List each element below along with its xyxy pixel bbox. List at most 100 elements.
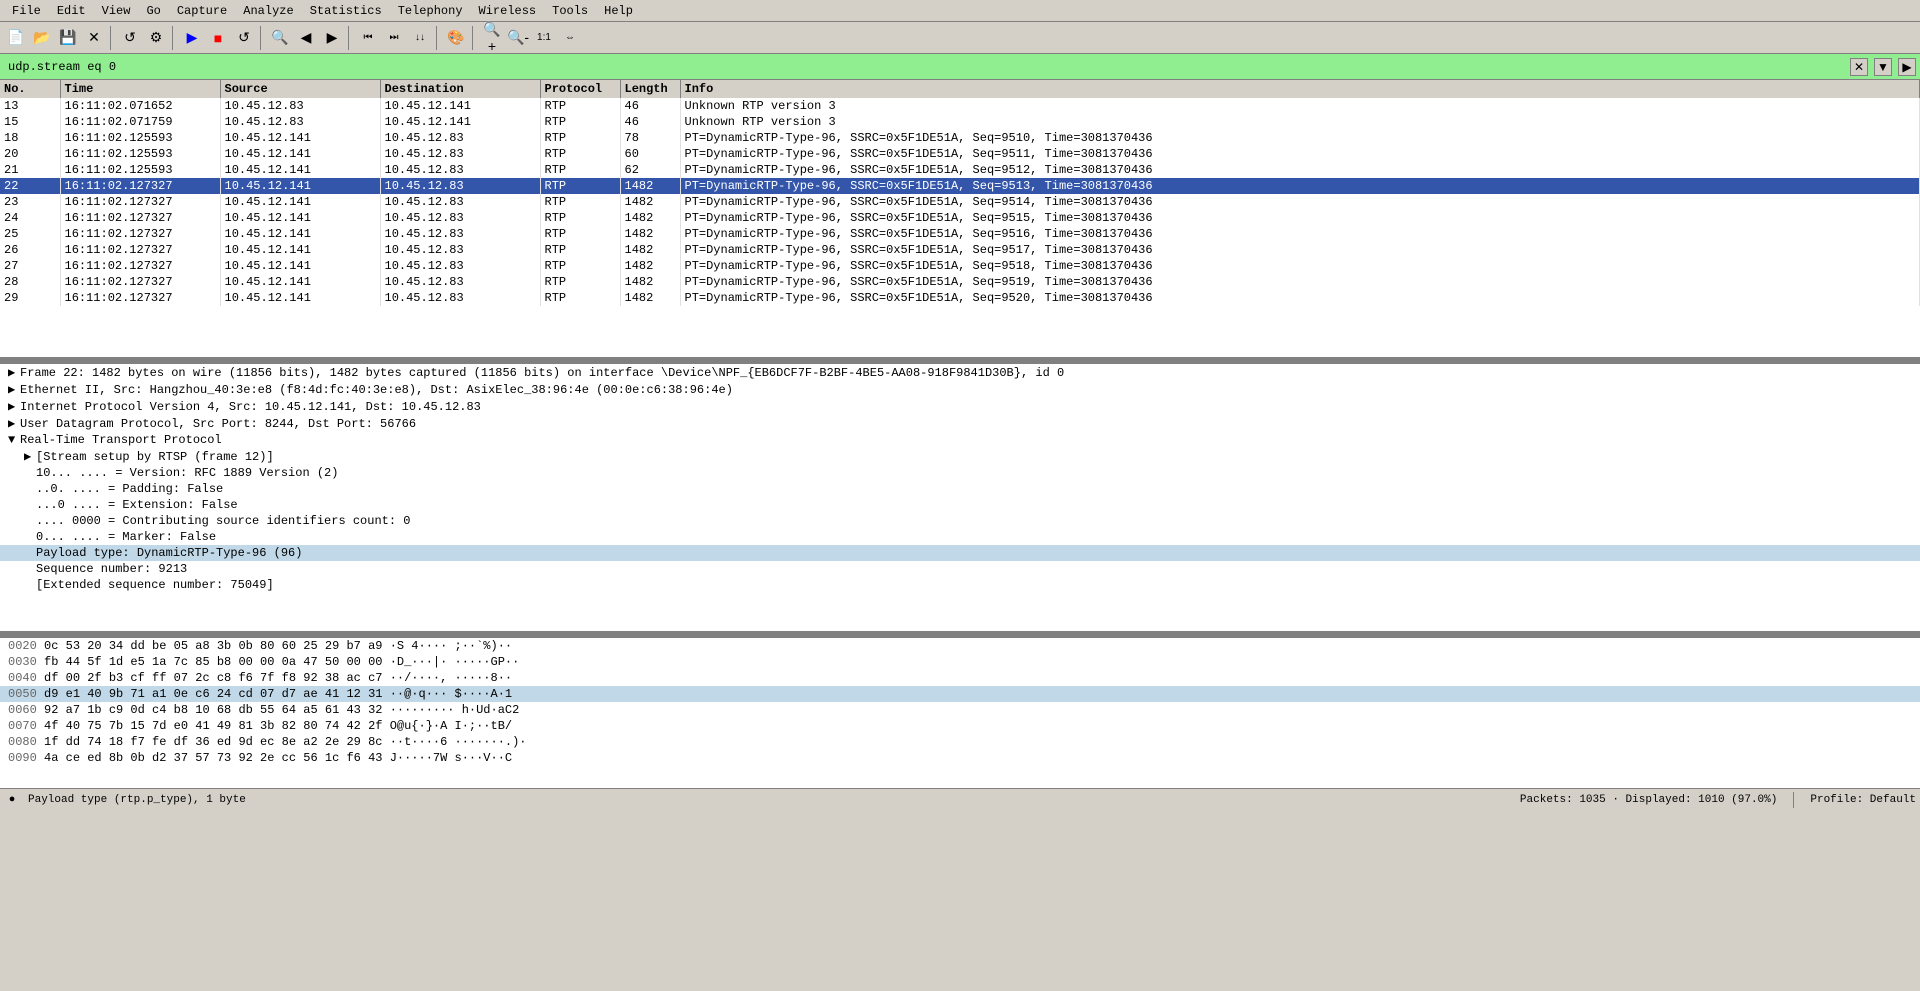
hex-line[interactable]: 0060 92 a7 1b c9 0d c4 b8 10 68 db 55 64…: [0, 702, 1920, 718]
hex-bytes: fb 44 5f 1d e5 1a 7c 85 b8 00 00 0a 47 5…: [44, 655, 382, 669]
resize-columns-button[interactable]: ⇔: [558, 26, 582, 50]
hex-bytes: 0c 53 20 34 dd be 05 a8 3b 0b 80 60 25 2…: [44, 639, 382, 653]
detail-toggle-icon[interactable]: ▶: [8, 365, 20, 380]
detail-line[interactable]: 0... .... = Marker: False: [0, 529, 1920, 545]
detail-toggle-icon[interactable]: ▼: [8, 433, 20, 447]
table-row[interactable]: 28 16:11:02.127327 10.45.12.141 10.45.12…: [0, 274, 1920, 290]
hex-line[interactable]: 0040 df 00 2f b3 cf ff 07 2c c8 f6 7f f8…: [0, 670, 1920, 686]
auto-scroll-button[interactable]: ↓↓: [408, 26, 432, 50]
detail-line[interactable]: Payload type: DynamicRTP-Type-96 (96): [0, 545, 1920, 561]
menu-capture[interactable]: Capture: [169, 2, 235, 20]
filter-input[interactable]: [4, 57, 1846, 77]
detail-line[interactable]: ..0. .... = Padding: False: [0, 481, 1920, 497]
hex-dump[interactable]: 0020 0c 53 20 34 dd be 05 a8 3b 0b 80 60…: [0, 638, 1920, 788]
cell-dest: 10.45.12.83: [380, 242, 540, 258]
detail-toggle-icon[interactable]: ▶: [8, 416, 20, 431]
hex-offset: 0070: [8, 719, 37, 733]
menu-telephony[interactable]: Telephony: [390, 2, 471, 20]
detail-line[interactable]: ...0 .... = Extension: False: [0, 497, 1920, 513]
detail-text: 10... .... = Version: RFC 1889 Version (…: [36, 466, 338, 480]
cell-no: 13: [0, 98, 60, 114]
table-row[interactable]: 21 16:11:02.125593 10.45.12.141 10.45.12…: [0, 162, 1920, 178]
menu-edit[interactable]: Edit: [49, 2, 94, 20]
reload-button[interactable]: ↺: [118, 26, 142, 50]
table-row[interactable]: 29 16:11:02.127327 10.45.12.141 10.45.12…: [0, 290, 1920, 306]
detail-toggle-icon[interactable]: ▶: [24, 449, 36, 464]
detail-line[interactable]: ▶User Datagram Protocol, Src Port: 8244,…: [0, 415, 1920, 432]
close-capture-button[interactable]: ✕: [82, 26, 106, 50]
table-row[interactable]: 26 16:11:02.127327 10.45.12.141 10.45.12…: [0, 242, 1920, 258]
detail-line[interactable]: ▼Real-Time Transport Protocol: [0, 432, 1920, 448]
menu-go[interactable]: Go: [138, 2, 168, 20]
colorize-button[interactable]: 🎨: [444, 26, 468, 50]
detail-toggle-icon[interactable]: ▶: [8, 399, 20, 414]
table-row[interactable]: 13 16:11:02.071652 10.45.12.83 10.45.12.…: [0, 98, 1920, 114]
hex-line[interactable]: 0030 fb 44 5f 1d e5 1a 7c 85 b8 00 00 0a…: [0, 654, 1920, 670]
table-row[interactable]: 20 16:11:02.125593 10.45.12.141 10.45.12…: [0, 146, 1920, 162]
hex-ascii: ········· h·Ud·aC2: [390, 703, 520, 717]
packet-list[interactable]: No. Time Source Destination Protocol Len…: [0, 80, 1920, 360]
detail-text: User Datagram Protocol, Src Port: 8244, …: [20, 417, 416, 431]
next-packet-button[interactable]: ▶: [320, 26, 344, 50]
detail-toggle-icon[interactable]: ▶: [8, 382, 20, 397]
zoom-out-button[interactable]: 🔍-: [506, 26, 530, 50]
status-right: Packets: 1035 · Displayed: 1010 (97.0%) …: [1520, 792, 1916, 808]
menu-statistics[interactable]: Statistics: [302, 2, 390, 20]
capture-options-button[interactable]: ⚙: [144, 26, 168, 50]
detail-line[interactable]: .... 0000 = Contributing source identifi…: [0, 513, 1920, 529]
zoom-in-button[interactable]: 🔍+: [480, 26, 504, 50]
table-row[interactable]: 24 16:11:02.127327 10.45.12.141 10.45.12…: [0, 210, 1920, 226]
detail-text: [Extended sequence number: 75049]: [36, 578, 274, 592]
cell-source: 10.45.12.83: [220, 98, 380, 114]
filter-apply-button[interactable]: ▶: [1898, 58, 1916, 76]
status-ready-icon[interactable]: ●: [4, 792, 20, 808]
hex-line[interactable]: 0020 0c 53 20 34 dd be 05 a8 3b 0b 80 60…: [0, 638, 1920, 654]
menu-view[interactable]: View: [94, 2, 139, 20]
detail-line[interactable]: ▶[Stream setup by RTSP (frame 12)]: [0, 448, 1920, 465]
cell-info: PT=DynamicRTP-Type-96, SSRC=0x5F1DE51A, …: [680, 146, 1920, 162]
menu-wireless[interactable]: Wireless: [471, 2, 545, 20]
hex-line[interactable]: 0080 1f dd 74 18 f7 fe df 36 ed 9d ec 8e…: [0, 734, 1920, 750]
table-row[interactable]: 22 16:11:02.127327 10.45.12.141 10.45.12…: [0, 178, 1920, 194]
packet-detail[interactable]: ▶Frame 22: 1482 bytes on wire (11856 bit…: [0, 364, 1920, 634]
hex-line[interactable]: 0050 d9 e1 40 9b 71 a1 0e c6 24 cd 07 d7…: [0, 686, 1920, 702]
save-capture-button[interactable]: 💾: [56, 26, 80, 50]
hex-offset: 0080: [8, 735, 37, 749]
menu-help[interactable]: Help: [596, 2, 641, 20]
first-packet-button[interactable]: ⏮: [356, 26, 380, 50]
detail-line[interactable]: ▶Internet Protocol Version 4, Src: 10.45…: [0, 398, 1920, 415]
table-row[interactable]: 15 16:11:02.071759 10.45.12.83 10.45.12.…: [0, 114, 1920, 130]
menu-tools[interactable]: Tools: [544, 2, 596, 20]
cell-info: PT=DynamicRTP-Type-96, SSRC=0x5F1DE51A, …: [680, 226, 1920, 242]
prev-packet-button[interactable]: ◀: [294, 26, 318, 50]
start-capture-button[interactable]: ▶: [180, 26, 204, 50]
hex-line[interactable]: 0070 4f 40 75 7b 15 7d e0 41 49 81 3b 82…: [0, 718, 1920, 734]
cell-time: 16:11:02.127327: [60, 194, 220, 210]
menu-analyze[interactable]: Analyze: [235, 2, 301, 20]
restart-capture-button[interactable]: ↺: [232, 26, 256, 50]
detail-line[interactable]: Sequence number: 9213: [0, 561, 1920, 577]
cell-time: 16:11:02.127327: [60, 242, 220, 258]
hex-line[interactable]: 0090 4a ce ed 8b 0b d2 37 57 73 92 2e cc…: [0, 750, 1920, 766]
table-row[interactable]: 27 16:11:02.127327 10.45.12.141 10.45.12…: [0, 258, 1920, 274]
hex-bytes: 1f dd 74 18 f7 fe df 36 ed 9d ec 8e a2 2…: [44, 735, 382, 749]
last-packet-button[interactable]: ⏭: [382, 26, 406, 50]
table-row[interactable]: 25 16:11:02.127327 10.45.12.141 10.45.12…: [0, 226, 1920, 242]
stop-capture-button[interactable]: ■: [206, 26, 230, 50]
open-capture-button[interactable]: 📂: [30, 26, 54, 50]
detail-line[interactable]: [Extended sequence number: 75049]: [0, 577, 1920, 593]
normal-size-button[interactable]: 1:1: [532, 26, 556, 50]
detail-line[interactable]: ▶Frame 22: 1482 bytes on wire (11856 bit…: [0, 364, 1920, 381]
cell-info: PT=DynamicRTP-Type-96, SSRC=0x5F1DE51A, …: [680, 178, 1920, 194]
menu-file[interactable]: File: [4, 2, 49, 20]
filter-clear-button[interactable]: ✕: [1850, 58, 1868, 76]
cell-time: 16:11:02.125593: [60, 130, 220, 146]
cell-length: 1482: [620, 274, 680, 290]
detail-line[interactable]: ▶Ethernet II, Src: Hangzhou_40:3e:e8 (f8…: [0, 381, 1920, 398]
new-capture-button[interactable]: 📄: [4, 26, 28, 50]
detail-line[interactable]: 10... .... = Version: RFC 1889 Version (…: [0, 465, 1920, 481]
find-packet-button[interactable]: 🔍: [268, 26, 292, 50]
table-row[interactable]: 18 16:11:02.125593 10.45.12.141 10.45.12…: [0, 130, 1920, 146]
table-row[interactable]: 23 16:11:02.127327 10.45.12.141 10.45.12…: [0, 194, 1920, 210]
filter-expand-button[interactable]: ▼: [1874, 58, 1892, 76]
